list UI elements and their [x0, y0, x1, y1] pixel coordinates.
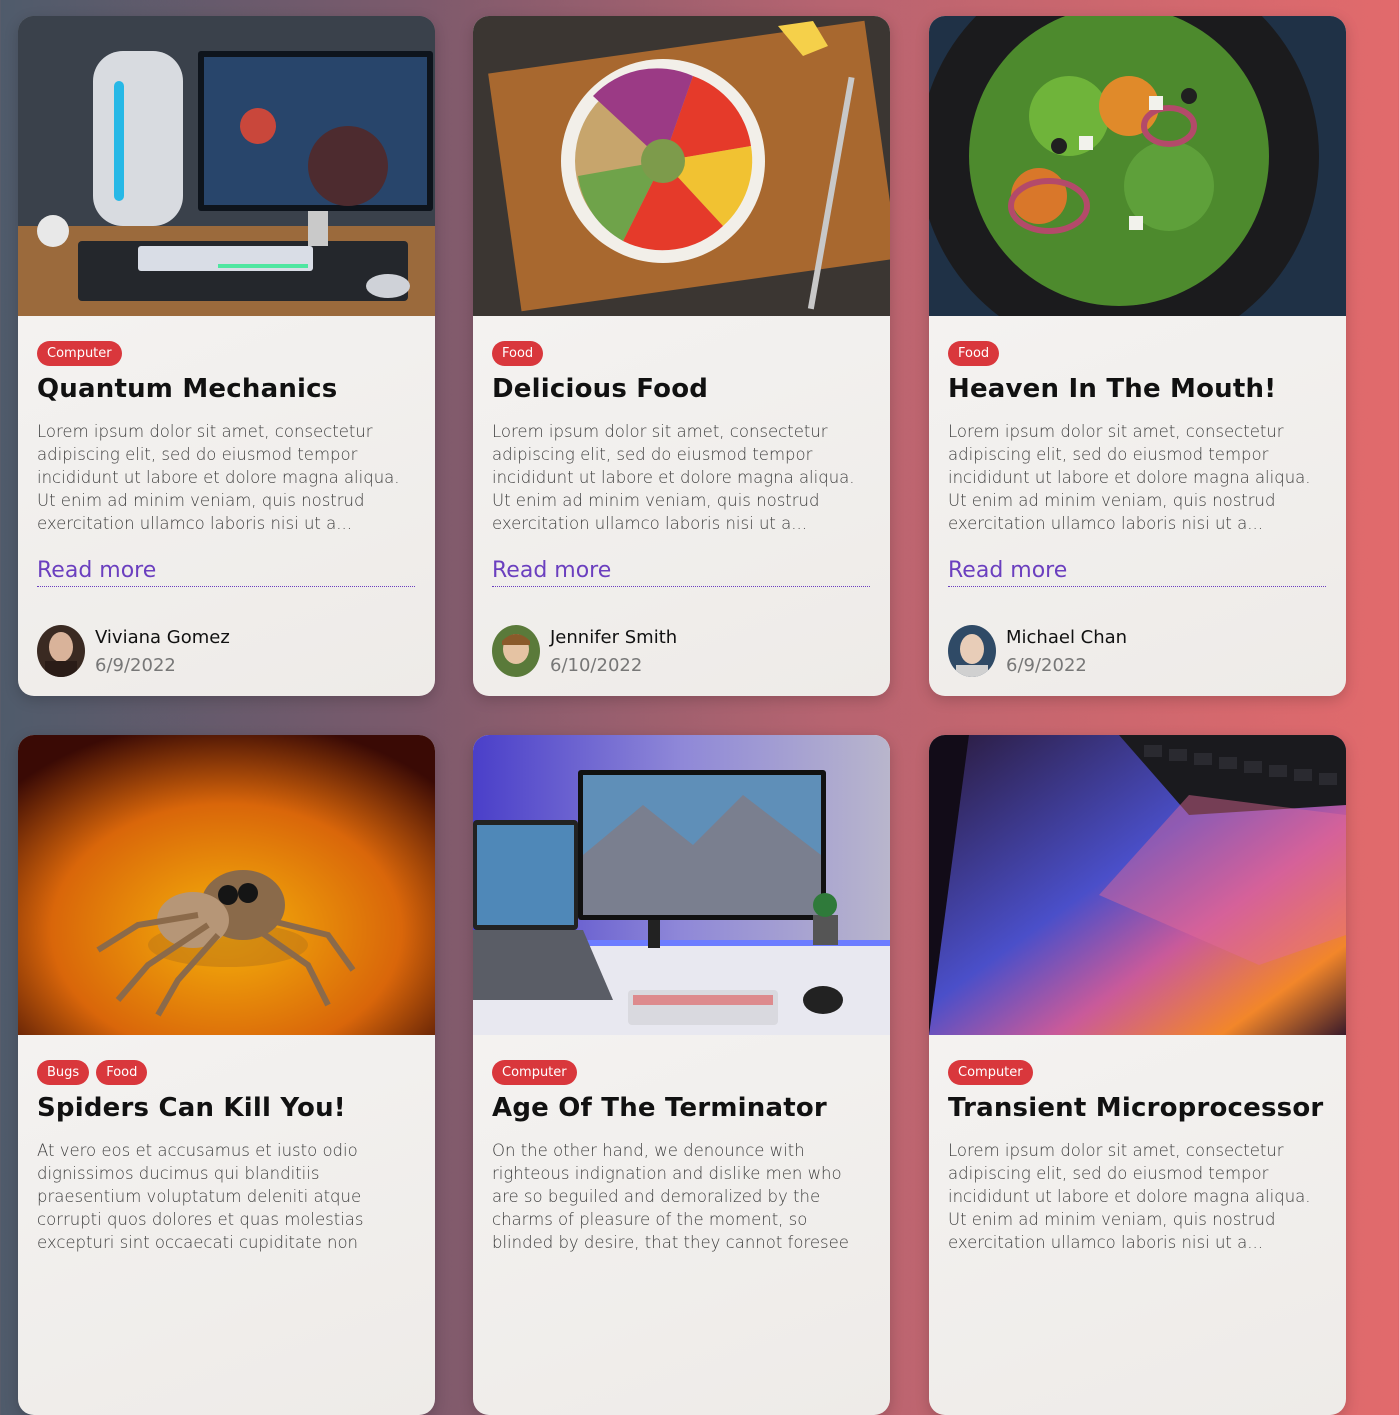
- post-excerpt: On the other hand, we denounce with righ…: [492, 1141, 849, 1252]
- post-excerpt: Lorem ipsum dolor sit amet, consectetur …: [37, 422, 400, 533]
- post-thumbnail[interactable]: [473, 16, 890, 316]
- post-card[interactable]: Food Heaven In The Mouth! Lorem ipsum do…: [929, 16, 1346, 696]
- avatar: [948, 625, 996, 677]
- tag-list: Computer: [948, 1060, 1033, 1085]
- post-card[interactable]: Computer Quantum Mechanics Lorem ipsum d…: [18, 16, 435, 696]
- post-excerpt: Lorem ipsum dolor sit amet, consectetur …: [948, 1141, 1311, 1252]
- category-tag[interactable]: Computer: [948, 1060, 1033, 1085]
- post-thumbnail[interactable]: [18, 16, 435, 316]
- read-more-link[interactable]: Read more: [948, 556, 1326, 587]
- post-card[interactable]: Computer Transient Microprocessor Lorem …: [929, 735, 1346, 1415]
- category-tag[interactable]: Food: [492, 341, 544, 366]
- post-title[interactable]: Quantum Mechanics: [37, 374, 337, 404]
- post-title[interactable]: Delicious Food: [492, 374, 708, 404]
- post-title[interactable]: Transient Microprocessor: [948, 1093, 1323, 1123]
- post-date: 6/9/2022: [95, 655, 176, 676]
- author-name: Jennifer Smith: [550, 627, 678, 648]
- category-tag[interactable]: Food: [948, 341, 1000, 366]
- post-thumbnail[interactable]: [473, 735, 890, 1035]
- post-title[interactable]: Age Of The Terminator: [492, 1093, 827, 1123]
- post-card[interactable]: Food Delicious Food Lorem ipsum dolor si…: [473, 16, 890, 696]
- read-more-link[interactable]: Read more: [37, 556, 415, 587]
- category-tag[interactable]: Bugs: [37, 1060, 90, 1085]
- post-thumbnail[interactable]: [929, 16, 1346, 316]
- tag-list: Food: [948, 341, 1000, 366]
- post-excerpt: At vero eos et accusamus et iusto odio d…: [37, 1141, 364, 1252]
- post-title[interactable]: Heaven In The Mouth!: [948, 374, 1276, 404]
- tag-list: Food: [492, 341, 544, 366]
- avatar: [492, 625, 540, 677]
- category-tag[interactable]: Computer: [37, 341, 122, 366]
- avatar: [37, 625, 85, 677]
- post-excerpt: Lorem ipsum dolor sit amet, consectetur …: [948, 422, 1311, 533]
- post-card[interactable]: Computer Age Of The Terminator On the ot…: [473, 735, 890, 1415]
- post-date: 6/10/2022: [550, 655, 643, 676]
- tag-list: Computer: [492, 1060, 577, 1085]
- post-card[interactable]: Bugs Food Spiders Can Kill You! At vero …: [18, 735, 435, 1415]
- category-tag[interactable]: Computer: [492, 1060, 577, 1085]
- post-thumbnail[interactable]: [929, 735, 1346, 1035]
- post-thumbnail[interactable]: [18, 735, 435, 1035]
- post-title[interactable]: Spiders Can Kill You!: [37, 1093, 346, 1123]
- author-name: Michael Chan: [1006, 627, 1128, 648]
- read-more-link[interactable]: Read more: [492, 556, 870, 587]
- post-date: 6/9/2022: [1006, 655, 1087, 676]
- tag-list: Bugs Food: [37, 1060, 148, 1085]
- post-excerpt: Lorem ipsum dolor sit amet, consectetur …: [492, 422, 855, 533]
- category-tag[interactable]: Food: [96, 1060, 148, 1085]
- author-name: Viviana Gomez: [95, 627, 230, 648]
- tag-list: Computer: [37, 341, 122, 366]
